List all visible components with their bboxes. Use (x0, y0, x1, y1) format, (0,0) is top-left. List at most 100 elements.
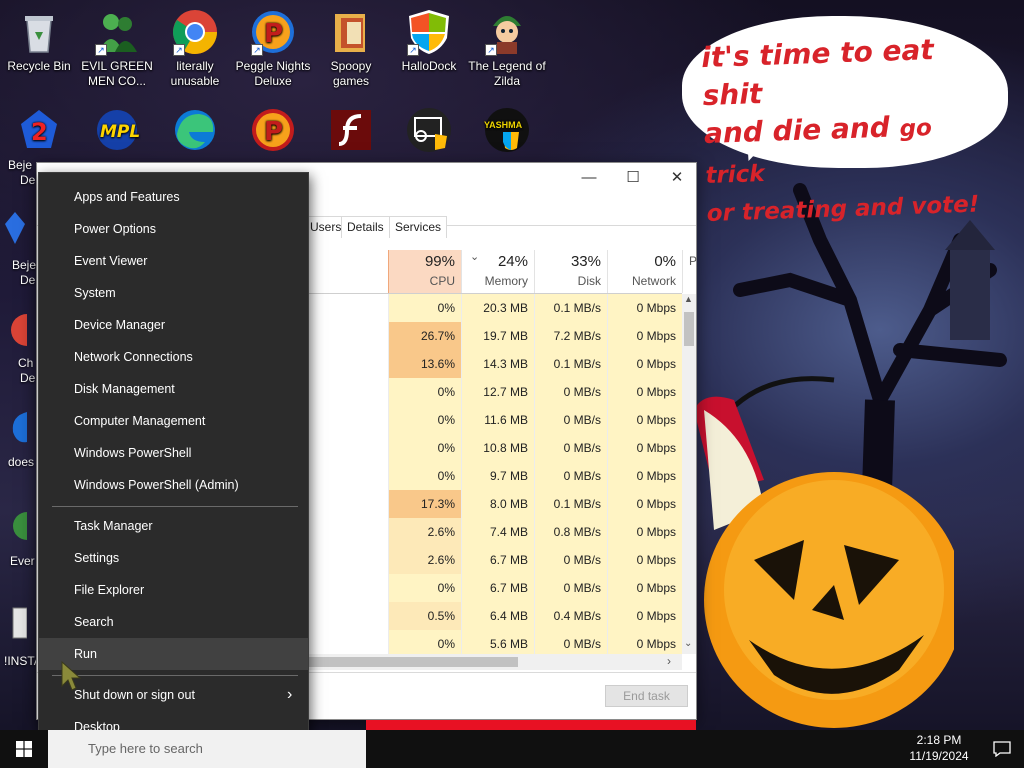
menu-item-disk-management[interactable]: Disk Management (39, 373, 308, 405)
desktop-icon-label: Spoopy games (330, 59, 372, 88)
table-row[interactable]: 0% 10.8 MB 0 MB/s 0 Mbps (308, 434, 682, 462)
desktop-icon-yashma[interactable]: YASHMA (468, 106, 546, 157)
table-cell-net: 0 Mbps (607, 406, 682, 434)
horizontal-scroll-thumb[interactable] (308, 657, 518, 667)
scroll-thumb[interactable] (684, 312, 694, 346)
desktop-icon-evil-green-men[interactable]: ↗ EVIL GREEN MEN CO... (78, 8, 156, 89)
table-cell-cpu: 0.5% (388, 602, 461, 630)
table-cell-net: 0 Mbps (607, 434, 682, 462)
bejeweled-icon: 2 (15, 106, 63, 154)
table-cell-net: 0 Mbps (607, 490, 682, 518)
column-header-cpu[interactable]: 99% CPU (388, 250, 461, 293)
taskbar-search-box[interactable]: Type here to search (48, 730, 366, 768)
desktop-icon-hallodock[interactable]: ↗ HalloDock (390, 8, 468, 74)
column-header-memory[interactable]: ⌄ 24% Memory (461, 250, 534, 293)
partial-label: De (20, 371, 36, 385)
partial-label: De (20, 273, 36, 287)
scroll-up-arrow-icon[interactable]: ▲ (684, 294, 693, 304)
table-cell-mem: 10.8 MB (461, 434, 534, 462)
desktop-icon-bejeweled-2[interactable]: 2 (0, 106, 78, 157)
table-row[interactable]: 0% 9.7 MB 0 MB/s 0 Mbps (308, 462, 682, 490)
table-row[interactable]: 17.3% 8.0 MB 0.1 MB/s 0 Mbps (308, 490, 682, 518)
desktop-icon-peggle[interactable]: P ↗ Peggle Nights Deluxe (234, 8, 312, 89)
network-label: Network (631, 274, 676, 288)
maximize-button[interactable]: ☐ (611, 167, 655, 191)
table-cell-mem: 6.7 MB (461, 546, 534, 574)
end-task-button[interactable]: End task (605, 685, 688, 707)
table-cell-mem: 7.4 MB (461, 518, 534, 546)
table-row[interactable]: 0% 20.3 MB 0.1 MB/s 0 Mbps (308, 294, 682, 322)
menu-item-file-explorer[interactable]: File Explorer (39, 574, 308, 606)
menu-separator (52, 675, 298, 676)
clock-date: 11/19/2024 (909, 749, 969, 763)
menu-item-windows-powershell[interactable]: Windows PowerShell (39, 437, 308, 469)
menu-item-task-manager[interactable]: Task Manager (39, 510, 308, 542)
column-header-network[interactable]: 0% Network (607, 250, 682, 293)
table-cell-mem: 14.3 MB (461, 350, 534, 378)
minimize-button[interactable]: — (567, 167, 611, 191)
scroll-right-arrow-icon[interactable]: › (667, 654, 671, 668)
table-row[interactable]: 2.6% 6.7 MB 0 MB/s 0 Mbps (308, 546, 682, 574)
recycle-bin-icon (15, 8, 63, 56)
table-cell-disk: 0 MB/s (534, 462, 607, 490)
column-header-disk[interactable]: 33% Disk (534, 250, 607, 293)
table-row[interactable]: 26.7% 19.7 MB 7.2 MB/s 0 Mbps (308, 322, 682, 350)
table-row[interactable]: 0.5% 6.4 MB 0.4 MB/s 0 Mbps (308, 602, 682, 630)
table-cell-disk: 0 MB/s (534, 574, 607, 602)
table-row[interactable]: 13.6% 14.3 MB 0.1 MB/s 0 Mbps (308, 350, 682, 378)
menu-item-computer-management[interactable]: Computer Management (39, 405, 308, 437)
sort-chevron-icon: ⌄ (470, 251, 480, 263)
table-cell-cpu: 2.6% (388, 518, 461, 546)
menu-item-search[interactable]: Search (39, 606, 308, 638)
menu-item-windows-powershell-admin[interactable]: Windows PowerShell (Admin) (39, 469, 308, 501)
table-row[interactable]: 0% 11.6 MB 0 MB/s 0 Mbps (308, 406, 682, 434)
table-cell-disk: 0 MB/s (534, 546, 607, 574)
table-row[interactable]: 0% 6.7 MB 0 MB/s 0 Mbps (308, 574, 682, 602)
desktop-icon-literally-unusable[interactable]: ↗ literally unusable (156, 8, 234, 89)
table-cell-mem: 20.3 MB (461, 294, 534, 322)
start-button[interactable] (0, 730, 48, 768)
table-cell-net: 0 Mbps (607, 462, 682, 490)
table-cell-disk: 0.1 MB/s (534, 490, 607, 518)
partial-label: Beje (8, 158, 33, 172)
taskbar-app-highlight (366, 720, 696, 730)
table-row[interactable]: 0% 12.7 MB 0 MB/s 0 Mbps (308, 378, 682, 406)
desktop-icon-mpl[interactable]: MPL (78, 106, 156, 157)
cpu-percent: 99% (424, 253, 455, 270)
menu-item-apps-and-features[interactable]: Apps and Features (39, 181, 308, 213)
table-cell-net: 0 Mbps (607, 574, 682, 602)
desktop-icon-spoopy-games[interactable]: Spoopy games (312, 8, 390, 89)
desktop-icon-legend-of-zilda[interactable]: ↗ The Legend of Zilda (468, 8, 546, 89)
action-center-button[interactable] (980, 730, 1024, 768)
windows-logo-icon (16, 741, 32, 757)
desktop-icon-rdp[interactable] (390, 106, 468, 157)
table-cell-cpu: 0% (388, 574, 461, 602)
horizontal-scrollbar[interactable]: › (308, 654, 682, 670)
table-cell-disk: 0 MB/s (534, 434, 607, 462)
column-header-power[interactable]: P (682, 250, 697, 293)
desktop-icon-edge[interactable] (156, 106, 234, 157)
table-cell-cpu: 0% (388, 294, 461, 322)
tab-services[interactable]: Services (389, 216, 448, 238)
table-row[interactable]: 2.6% 7.4 MB 0.8 MB/s 0 Mbps (308, 518, 682, 546)
menu-item-device-manager[interactable]: Device Manager (39, 309, 308, 341)
desktop-icon-recycle-bin[interactable]: Recycle Bin (0, 8, 78, 74)
vertical-scrollbar[interactable]: ▲ ⌄ (682, 294, 696, 654)
table-cell-net: 0 Mbps (607, 518, 682, 546)
menu-item-system[interactable]: System (39, 277, 308, 309)
desktop-icon-peggle-2[interactable]: P (234, 106, 312, 157)
edge-icon (171, 106, 219, 154)
menu-item-settings[interactable]: Settings (39, 542, 308, 574)
yashma-icon: YASHMA (483, 106, 531, 154)
menu-item-event-viewer[interactable]: Event Viewer (39, 245, 308, 277)
scroll-down-arrow-icon[interactable]: ⌄ (684, 638, 692, 649)
table-cell-mem: 19.7 MB (461, 322, 534, 350)
tab-details[interactable]: Details (341, 216, 390, 238)
system-clock[interactable]: 2:18 PM 11/19/2024 (904, 732, 974, 764)
mouse-cursor-icon (61, 660, 82, 691)
menu-item-label: Shut down or sign out (74, 688, 195, 702)
menu-item-power-options[interactable]: Power Options (39, 213, 308, 245)
menu-item-network-connections[interactable]: Network Connections (39, 341, 308, 373)
desktop-icon-flash[interactable] (312, 106, 390, 157)
close-button[interactable]: ✕ (655, 167, 699, 191)
